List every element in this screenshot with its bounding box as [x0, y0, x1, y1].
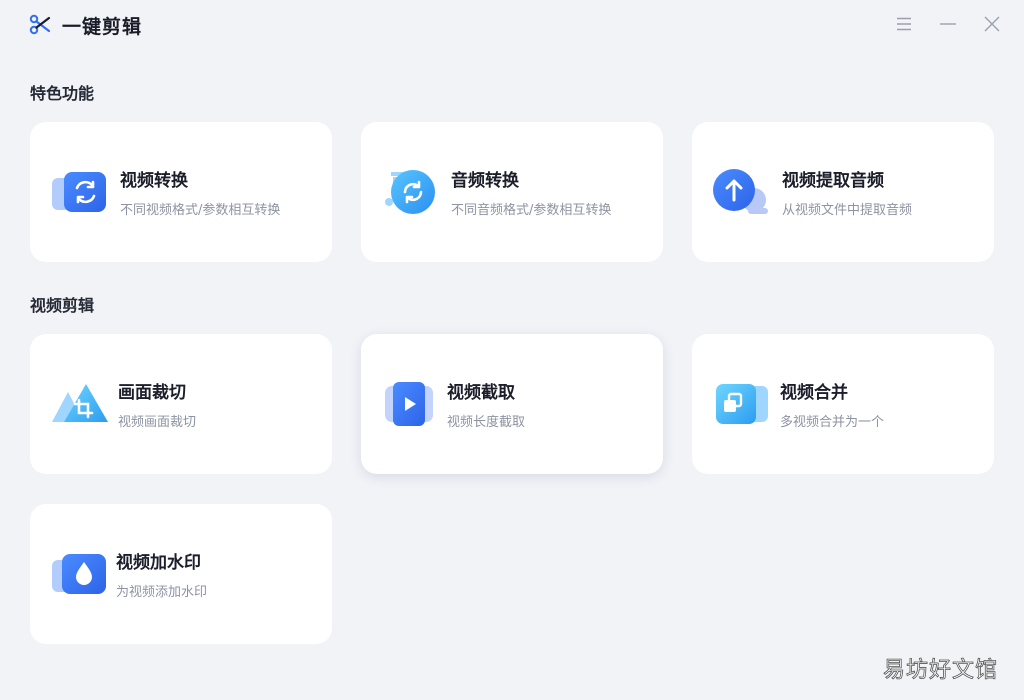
card-crop[interactable]: 画面裁切 视频画面裁切 — [30, 334, 332, 474]
app-window: 一键剪辑 特色功能 视频转换 不同视频格式/参数相互转换 音频转换 不同音频格式… — [0, 0, 1024, 700]
card-audio-convert[interactable]: 音频转换 不同音频格式/参数相互转换 — [361, 122, 663, 262]
extract-audio-icon — [712, 168, 770, 216]
card-label: 视频截取 — [447, 383, 515, 403]
watermark-icon — [50, 550, 108, 598]
video-convert-icon — [50, 168, 108, 216]
crop-icon — [50, 380, 108, 428]
card-video-merge[interactable]: 视频合并 多视频合并为一个 — [692, 334, 994, 474]
minimize-icon[interactable] — [938, 14, 958, 34]
card-desc: 不同视频格式/参数相互转换 — [120, 203, 281, 218]
section-title-video-edit: 视频剪辑 — [30, 296, 95, 315]
card-label: 画面裁切 — [118, 383, 186, 403]
section-title-featured: 特色功能 — [30, 84, 95, 103]
card-label: 视频加水印 — [116, 553, 201, 573]
card-video-trim[interactable]: 视频截取 视频长度截取 — [361, 334, 663, 474]
scissors-icon — [29, 14, 51, 36]
card-video-convert[interactable]: 视频转换 不同视频格式/参数相互转换 — [30, 122, 332, 262]
card-desc: 从视频文件中提取音频 — [782, 203, 913, 218]
audio-convert-icon — [381, 168, 439, 216]
card-label: 视频转换 — [120, 171, 188, 191]
card-desc: 不同音频格式/参数相互转换 — [451, 203, 612, 218]
card-desc: 视频长度截取 — [447, 415, 526, 430]
video-merge-icon — [712, 380, 770, 428]
card-watermark[interactable]: 视频加水印 为视频添加水印 — [30, 504, 332, 644]
close-icon[interactable] — [982, 14, 1002, 34]
app-title: 一键剪辑 — [62, 16, 143, 38]
card-desc: 多视频合并为一个 — [780, 415, 885, 430]
card-label: 视频合并 — [780, 383, 848, 403]
card-desc: 视频画面裁切 — [118, 415, 197, 430]
video-trim-icon — [381, 380, 439, 428]
card-desc: 为视频添加水印 — [116, 585, 208, 600]
card-label: 音频转换 — [451, 171, 519, 191]
title-bar: 一键剪辑 — [0, 0, 1024, 52]
card-label: 视频提取音频 — [782, 171, 884, 191]
image-watermark-text: 易坊好文馆 — [882, 658, 998, 684]
menu-icon[interactable] — [894, 14, 914, 34]
card-extract-audio[interactable]: 视频提取音频 从视频文件中提取音频 — [692, 122, 994, 262]
